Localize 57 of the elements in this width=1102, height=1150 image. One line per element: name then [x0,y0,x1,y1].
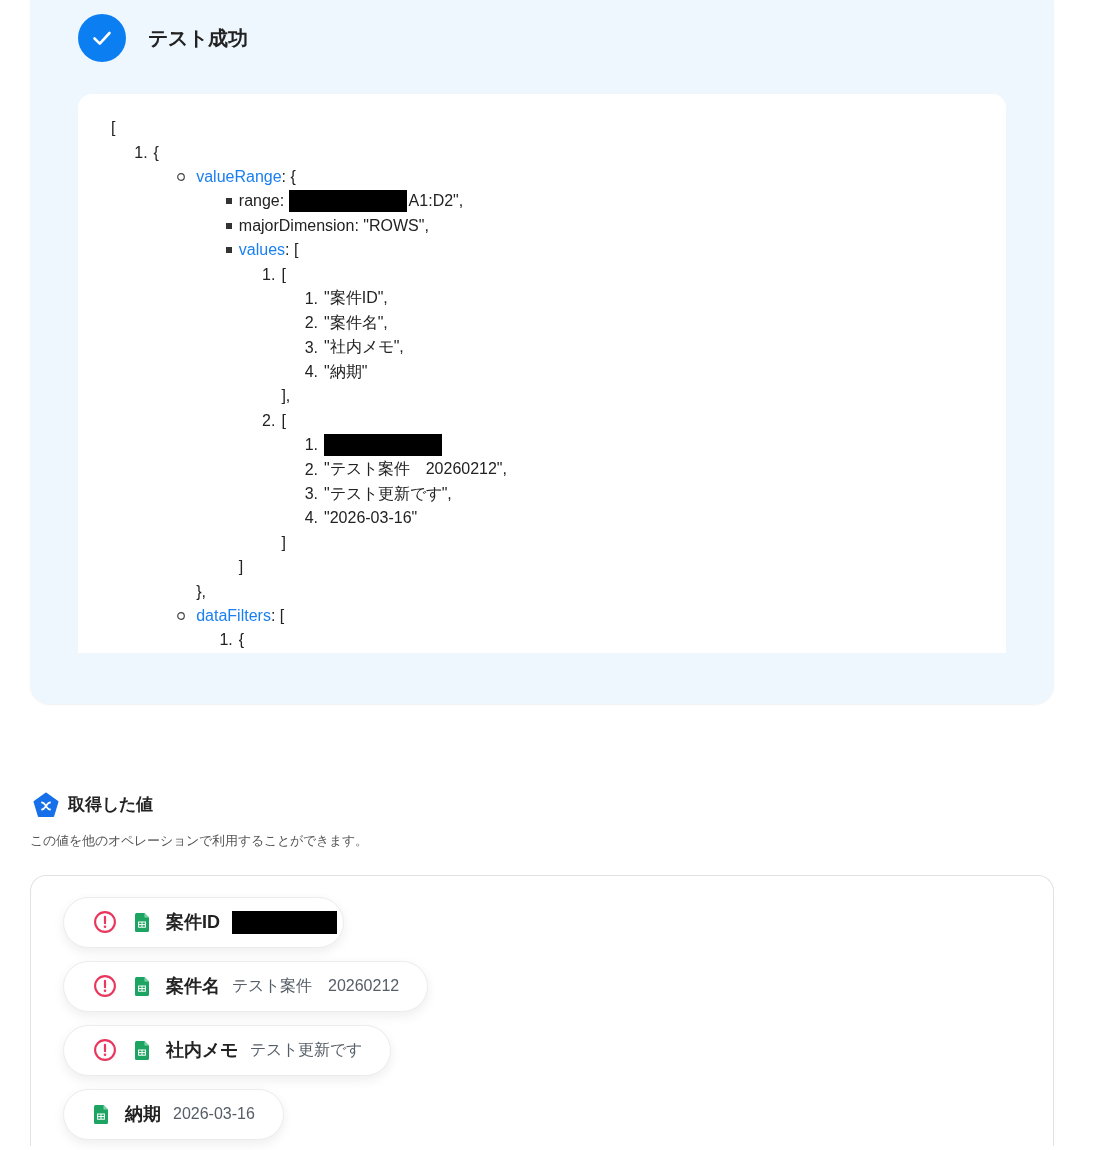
list-number: 3. [304,485,318,504]
field-value: テスト更新です [250,1039,362,1060]
json-text: : [ [285,241,299,260]
square-bullet-icon [225,198,232,205]
list-number: 4. [304,363,318,382]
list-number: 1. [262,265,276,284]
list-number: 1. [219,631,233,650]
json-text: "案件ID", [324,288,388,309]
json-text: range: [238,192,286,211]
json-text: A1:D2", [408,192,464,211]
square-bullet-icon [225,247,232,254]
json-text: "納期" [324,361,368,382]
json-text: ] [238,558,244,577]
section-title: 取得した値 [68,794,153,817]
field-value: テスト案件 20260212 [232,975,400,996]
list-number: 3. [304,338,318,357]
json-text: "社内メモ", [324,337,404,358]
list-number: 2. [304,314,318,333]
json-text: "2026-03-16" [324,509,418,528]
json-text: "テスト案件 20260212", [324,459,507,480]
json-text: ], [281,387,291,406]
check-circle-icon [78,14,126,62]
field-value: 2026-03-16 [173,1105,255,1124]
field-label: 案件名 [166,975,220,999]
result-title: テスト成功 [148,25,248,51]
section-description: この値を他のオペレーションで利用することができます。 [30,831,369,850]
field-label: 納期 [125,1103,161,1127]
circle-bullet-icon [177,612,186,620]
square-bullet-icon [225,222,232,229]
json-text: ] [281,533,286,552]
spreadsheet-icon [94,1104,108,1124]
list-number: 1. [134,143,148,162]
json-text: "案件名", [324,312,388,333]
list-number: 2. [304,460,318,479]
json-key: dataFilters [196,607,271,625]
circle-bullet-icon [177,172,186,181]
json-text: }, [196,582,206,601]
field-label: 案件ID [166,911,220,935]
list-number: 2. [262,411,276,430]
list-number: 1. [304,436,318,455]
json-key: valueRange [196,167,282,186]
spreadsheet-icon [135,976,149,996]
spreadsheet-icon [135,912,149,932]
json-text: { [153,143,159,162]
json-text: [ [111,119,116,138]
variable-x-icon [33,791,59,818]
json-text: [ [281,411,286,430]
json-text: : [ [270,607,285,625]
json-text: "テスト更新です", [324,483,452,504]
json-text: { [238,631,245,650]
list-number: 4. [304,509,318,528]
spreadsheet-icon [135,1040,149,1060]
list-number: 1. [304,289,318,308]
json-text: : { [281,167,296,186]
json-text: [ [281,265,286,284]
json-text: majorDimension: "ROWS", [238,216,429,235]
field-label: 社内メモ [166,1039,238,1063]
